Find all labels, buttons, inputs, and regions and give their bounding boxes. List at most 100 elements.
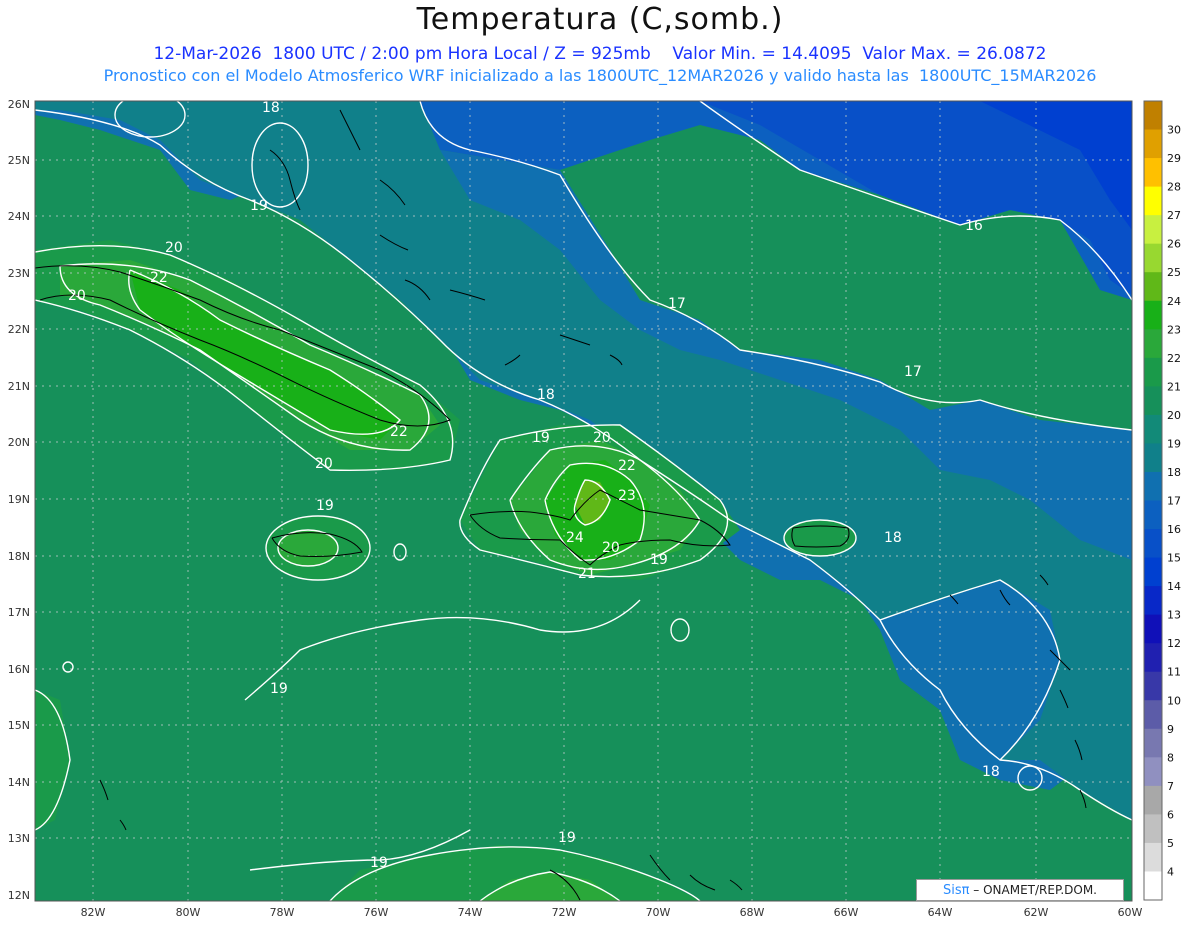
lat-label: 23N: [8, 267, 30, 280]
colorbar-swatch: [1144, 158, 1162, 188]
colorbar: 30 29 28 27 26 25 24 23 22 21 20 19 18 17 16 15 14 13 12 11…: [1143, 100, 1181, 901]
lat-label: 18N: [8, 550, 30, 563]
colorbar-label: 22: [1167, 352, 1181, 365]
colorbar-label: 28: [1167, 181, 1181, 194]
lat-label: 26N: [8, 98, 30, 111]
colorbar-label: 20: [1167, 409, 1181, 422]
lon-label: 70W: [646, 906, 671, 919]
contour-label: 19: [532, 430, 550, 446]
colorbar-swatch: [1144, 272, 1162, 302]
colorbar-swatch: [1144, 329, 1162, 359]
colorbar-label: 12: [1167, 637, 1181, 650]
colorbar-swatch: [1144, 614, 1162, 644]
colorbar-label: 5: [1167, 837, 1174, 850]
lon-label: 78W: [270, 906, 295, 919]
colorbar-label: 16: [1167, 523, 1181, 536]
contour-label: 19: [650, 552, 668, 568]
colorbar-label: 24: [1167, 295, 1181, 308]
lon-label: 68W: [740, 906, 765, 919]
lat-label: 12N: [8, 889, 30, 902]
colorbar-label: 17: [1167, 495, 1181, 508]
lat-label: 24N: [8, 210, 30, 223]
lat-label: 17N: [8, 606, 30, 619]
contour-label: 22: [390, 424, 408, 440]
lon-label: 62W: [1024, 906, 1049, 919]
colorbar-swatch: [1144, 871, 1162, 901]
longitude-labels: 82W 80W 78W 76W 74W 72W 70W 68W 66W 64W …: [81, 906, 1143, 919]
lon-label: 64W: [928, 906, 953, 919]
colorbar-label: 7: [1167, 780, 1174, 793]
contour-label: 20: [165, 240, 183, 256]
contour-label: 22: [150, 270, 168, 286]
colorbar-label: 29: [1167, 152, 1181, 165]
colorbar-label: 15: [1167, 552, 1181, 565]
lat-label: 25N: [8, 154, 30, 167]
colorbar-label: 27: [1167, 209, 1181, 222]
lat-label: 19N: [8, 493, 30, 506]
colorbar-swatch: [1144, 471, 1162, 501]
lon-label: 82W: [81, 906, 106, 919]
colorbar-swatch: [1144, 557, 1162, 587]
contour-label: 16: [965, 218, 983, 234]
colorbar-swatch: [1144, 643, 1162, 673]
contour-label: 18: [262, 100, 280, 116]
contour-label: 22: [618, 458, 636, 474]
weather-map: 18 16 17 17 20 22 20 18 19 20 22 23 24 2…: [8, 98, 1181, 919]
credit-text: – ONAMET/REP.DOM.: [969, 883, 1097, 897]
lon-label: 80W: [176, 906, 201, 919]
colorbar-swatch: [1144, 300, 1162, 330]
contour-label: 20: [593, 430, 611, 446]
contour-label: 19: [316, 498, 334, 514]
colorbar-label: 6: [1167, 808, 1174, 821]
colorbar-label: 26: [1167, 238, 1181, 251]
lat-label: 21N: [8, 380, 30, 393]
colorbar-swatch: [1144, 215, 1162, 245]
contour-label: 18: [537, 387, 555, 403]
map-plot-area: 18 16 17 17 20 22 20 18 19 20 22 23 24 2…: [35, 100, 1132, 901]
contour-label: 19: [558, 830, 576, 846]
colorbar-label: 25: [1167, 266, 1181, 279]
contour-label: 19: [250, 198, 268, 214]
contour-label: 19: [370, 855, 388, 871]
contour-label: 20: [315, 456, 333, 472]
colorbar-label: 19: [1167, 437, 1181, 450]
lon-label: 74W: [458, 906, 483, 919]
colorbar-swatch: [1144, 757, 1162, 787]
colorbar-swatch: [1144, 529, 1162, 559]
colorbar-swatch: [1144, 243, 1162, 273]
colorbar-swatch: [1144, 842, 1162, 872]
colorbar-swatch: [1144, 728, 1162, 758]
colorbar-label: 30: [1167, 124, 1181, 137]
colorbar-label: 23: [1167, 323, 1181, 336]
colorbar-label: 4: [1167, 865, 1174, 878]
colorbar-swatch: [1144, 785, 1162, 815]
contour-label: 17: [668, 296, 686, 312]
colorbar-label: 13: [1167, 609, 1181, 622]
lon-label: 66W: [834, 906, 859, 919]
colorbar-label: 11: [1167, 666, 1181, 679]
latitude-labels: 26N 25N 24N 23N 22N 21N 20N 19N 18N 17N …: [8, 98, 30, 902]
lat-label: 16N: [8, 663, 30, 676]
colorbar-swatch: [1144, 500, 1162, 530]
colorbar-label: 14: [1167, 580, 1181, 593]
colorbar-swatch: [1144, 386, 1162, 416]
contour-label: 23: [618, 488, 636, 504]
contour-label: 24: [566, 530, 584, 546]
colorbar-label: 21: [1167, 380, 1181, 393]
brand-logo-text: Sisπ: [943, 883, 970, 898]
colorbar-swatch: [1144, 414, 1162, 444]
lat-label: 14N: [8, 776, 30, 789]
lon-label: 72W: [552, 906, 577, 919]
lon-label: 60W: [1118, 906, 1143, 919]
colorbar-swatch: [1144, 443, 1162, 473]
contour-label: 17: [904, 364, 922, 380]
contour-label: 20: [602, 540, 620, 556]
colorbar-swatch: [1144, 814, 1162, 844]
contour-label: 20: [68, 288, 86, 304]
lon-label: 76W: [364, 906, 389, 919]
contour-label: 18: [982, 764, 1000, 780]
contour-label: 19: [270, 681, 288, 697]
contour-label: 21: [578, 566, 596, 582]
credit-box: Sisπ – ONAMET/REP.DOM.: [916, 879, 1124, 901]
colorbar-swatch: [1144, 101, 1162, 131]
